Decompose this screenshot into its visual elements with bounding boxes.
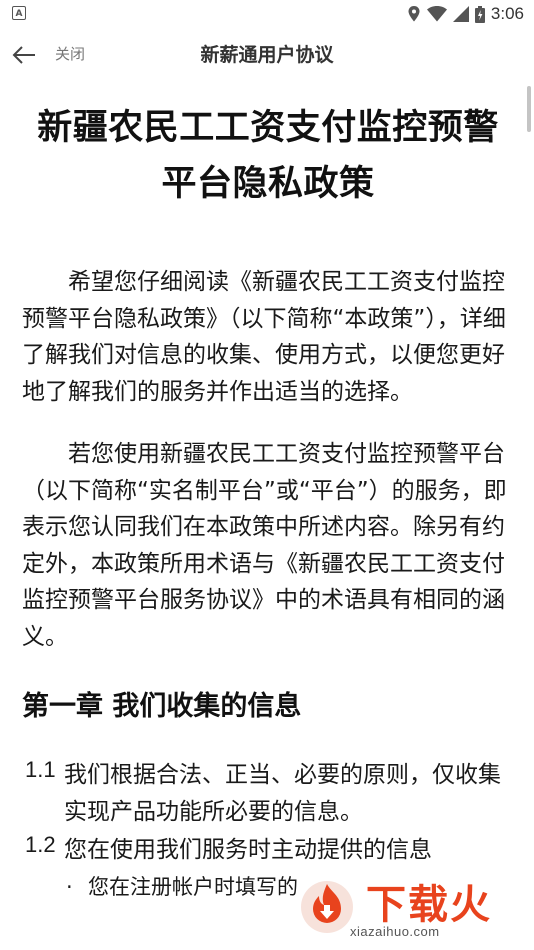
clause-text: 我们根据合法、正当、必要的原则，仅收集实现产品功能所必要的信息。	[64, 762, 501, 825]
document-title-line1: 新疆农民工工资支付监控预警	[37, 108, 499, 148]
clause-number: 1.1	[25, 757, 56, 782]
status-bar: A 3:06	[0, 0, 534, 28]
clause-item: 1.1 我们根据合法、正当、必要的原则，仅收集实现产品功能所必要的信息。	[22, 757, 514, 830]
document-content: 新疆农民工工资支付监控预警 平台隐私政策 希望您仔细阅读《新疆农民工工资支付监控…	[22, 100, 514, 905]
wifi-icon	[426, 6, 447, 22]
chapter-heading: 第一章 我们收集的信息	[22, 691, 302, 722]
document-title: 新疆农民工工资支付监控预警 平台隐私政策	[22, 100, 514, 212]
back-button[interactable]	[6, 36, 42, 74]
close-button[interactable]: 关闭	[55, 43, 85, 64]
app-bar: 关闭 新薪通用户协议	[0, 28, 534, 82]
notification-app-icon: A	[12, 6, 26, 20]
watermark-url: xiazaihuo.com	[350, 924, 440, 939]
signal-icon	[452, 6, 469, 22]
flame-logo-icon	[301, 881, 353, 933]
bullet-dot: ·	[66, 874, 73, 899]
battery-icon	[474, 5, 485, 23]
intro-paragraph: 希望您仔细阅读《新疆农民工工资支付监控预警平台隐私政策》（以下简称“本政策”），…	[22, 269, 506, 405]
watermark-brand: 下载火	[366, 882, 492, 928]
clause-number: 1.2	[25, 832, 56, 857]
document-title-line2: 平台隐私政策	[161, 164, 375, 204]
scrollbar-thumb[interactable]	[527, 86, 531, 132]
arrow-left-icon	[12, 46, 35, 64]
location-icon	[408, 6, 420, 22]
scope-paragraph: 若您使用新疆农民工工资支付监控预警平台（以下简称“实名制平台”或“平台”）的服务…	[22, 441, 507, 650]
bullet-text: 您在注册帐户时填写的	[88, 874, 298, 899]
clause-text: 您在使用我们服务时主动提供的信息	[64, 837, 432, 863]
clause-item: 1.2 您在使用我们服务时主动提供的信息	[22, 832, 514, 869]
watermark: 下载火 xiazaihuo.com	[296, 870, 526, 942]
status-time: 3:06	[490, 4, 524, 23]
status-icons: 3:06	[407, 3, 524, 25]
